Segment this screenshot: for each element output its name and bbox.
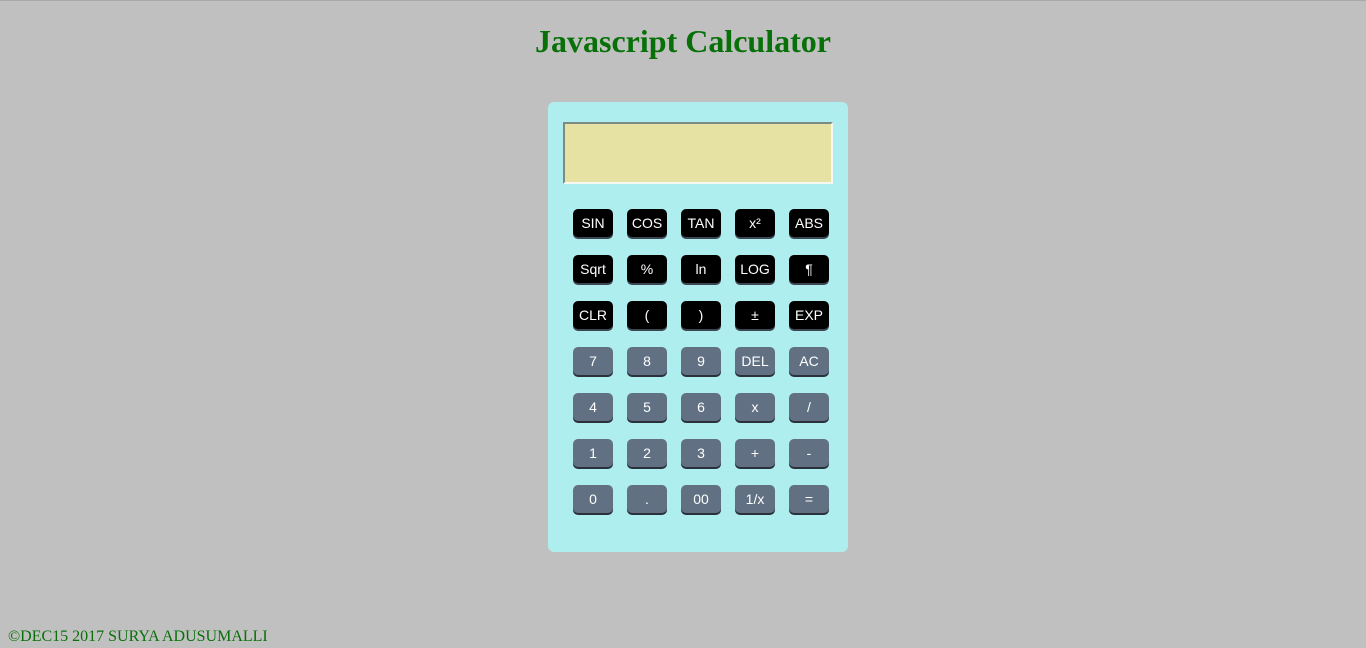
digit-9-button[interactable]: 9 <box>681 347 721 375</box>
sin-button[interactable]: SIN <box>573 209 613 237</box>
digit-1-button[interactable]: 1 <box>573 439 613 467</box>
digit-0-button[interactable]: 0 <box>573 485 613 513</box>
exp-button[interactable]: EXP <box>789 301 829 329</box>
calculator-display[interactable] <box>563 122 833 184</box>
clr-button[interactable]: CLR <box>573 301 613 329</box>
square-button[interactable]: x² <box>735 209 775 237</box>
double-zero-button[interactable]: 00 <box>681 485 721 513</box>
pilcrow-button[interactable]: ¶ <box>789 255 829 283</box>
cos-button[interactable]: COS <box>627 209 667 237</box>
calculator-body: SIN COS TAN x² ABS Sqrt % ln LOG ¶ CLR (… <box>548 102 848 552</box>
decimal-button[interactable]: . <box>627 485 667 513</box>
log-button[interactable]: LOG <box>735 255 775 283</box>
digit-5-button[interactable]: 5 <box>627 393 667 421</box>
reciprocal-button[interactable]: 1/x <box>735 485 775 513</box>
ln-button[interactable]: ln <box>681 255 721 283</box>
add-button[interactable]: + <box>735 439 775 467</box>
equals-button[interactable]: = <box>789 485 829 513</box>
sqrt-button[interactable]: Sqrt <box>573 255 613 283</box>
plus-minus-button[interactable]: ± <box>735 301 775 329</box>
percent-button[interactable]: % <box>627 255 667 283</box>
open-paren-button[interactable]: ( <box>627 301 667 329</box>
digit-6-button[interactable]: 6 <box>681 393 721 421</box>
subtract-button[interactable]: - <box>789 439 829 467</box>
copyright-footer: ©DEC15 2017 SURYA ADUSUMALLI <box>8 628 268 645</box>
abs-button[interactable]: ABS <box>789 209 829 237</box>
del-button[interactable]: DEL <box>735 347 775 375</box>
tan-button[interactable]: TAN <box>681 209 721 237</box>
close-paren-button[interactable]: ) <box>681 301 721 329</box>
digit-4-button[interactable]: 4 <box>573 393 613 421</box>
divide-button[interactable]: / <box>789 393 829 421</box>
digit-3-button[interactable]: 3 <box>681 439 721 467</box>
digit-7-button[interactable]: 7 <box>573 347 613 375</box>
ac-button[interactable]: AC <box>789 347 829 375</box>
digit-8-button[interactable]: 8 <box>627 347 667 375</box>
digit-2-button[interactable]: 2 <box>627 439 667 467</box>
page-title: Javascript Calculator <box>535 23 831 59</box>
multiply-button[interactable]: x <box>735 393 775 421</box>
